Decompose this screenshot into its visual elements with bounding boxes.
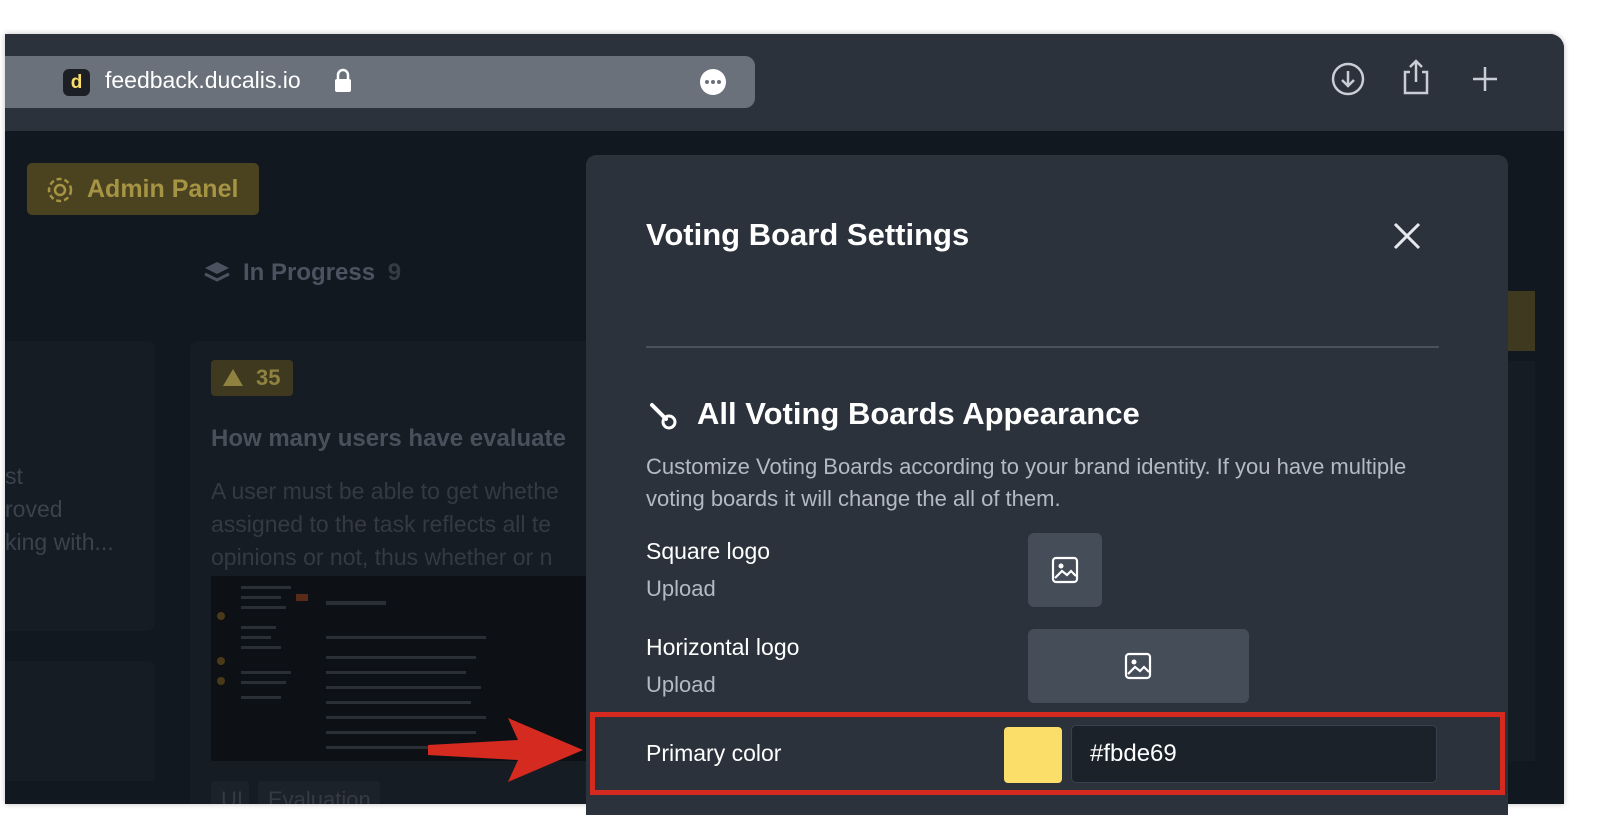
horizontal-logo-upload-button[interactable] [1028,629,1249,703]
square-logo-upload-button[interactable] [1028,533,1102,607]
gear-icon [47,177,73,203]
column-count: 9 [387,259,402,286]
tag-label: Evaluation [268,787,371,804]
image-icon [1124,652,1152,680]
divider [646,346,1439,348]
address-bar[interactable]: d feedback.ducalis.io [5,56,755,108]
stack-icon [204,262,230,282]
tag[interactable]: UI [211,781,249,804]
horizontal-logo-upload-text[interactable]: Upload [646,672,716,698]
left-card-line: st [5,463,23,489]
url-text[interactable]: feedback.ducalis.io [105,67,301,94]
arrow-annotation [428,718,583,782]
column-header: In Progress 9 [243,259,401,287]
left-card-line: roved [5,496,63,522]
left-card[interactable]: st roved king with... [5,341,155,631]
column-title: In Progress [243,259,376,286]
vote-count: 35 [256,365,281,390]
download-icon[interactable] [1331,62,1365,96]
browser-toolbar: d feedback.ducalis.io [5,34,1564,131]
vote-badge[interactable]: 35 [211,360,293,396]
section-title: All Voting Boards Appearance [697,396,1140,431]
tag-label: UI [221,787,243,804]
new-tab-icon[interactable] [1471,65,1499,93]
site-favicon: d [63,69,90,96]
highlight-box [590,712,1505,795]
card-title: How many users have evaluate [211,425,566,452]
modal-title: Voting Board Settings [646,217,970,252]
lock-icon [335,68,351,92]
close-icon[interactable] [1392,221,1422,251]
square-logo-upload-text[interactable]: Upload [646,576,716,602]
right-card-badge [1505,291,1535,351]
admin-panel-button[interactable]: Admin Panel [27,163,259,215]
upvote-icon [223,369,243,386]
brush-icon [650,403,677,430]
card-description: A user must be able to get whethe assign… [211,475,559,574]
admin-panel-label: Admin Panel [87,175,239,203]
section-description: Customize Voting Boards according to you… [646,454,1407,511]
more-icon[interactable] [699,68,727,96]
left-card-line: king with... [5,529,114,555]
image-icon [1051,556,1079,584]
horizontal-logo-label: Horizontal logo [646,634,800,660]
card-desc-line: opinions or not, thus whether or n [211,544,553,570]
card-desc-line: A user must be able to get whethe [211,478,559,504]
card-desc-line: assigned to the task reflects all te [211,511,552,537]
right-card [1505,361,1535,761]
square-logo-label: Square logo [646,538,771,564]
tag[interactable]: Evaluation [258,781,380,804]
share-icon[interactable] [1401,58,1431,96]
left-card-2[interactable] [5,661,155,781]
